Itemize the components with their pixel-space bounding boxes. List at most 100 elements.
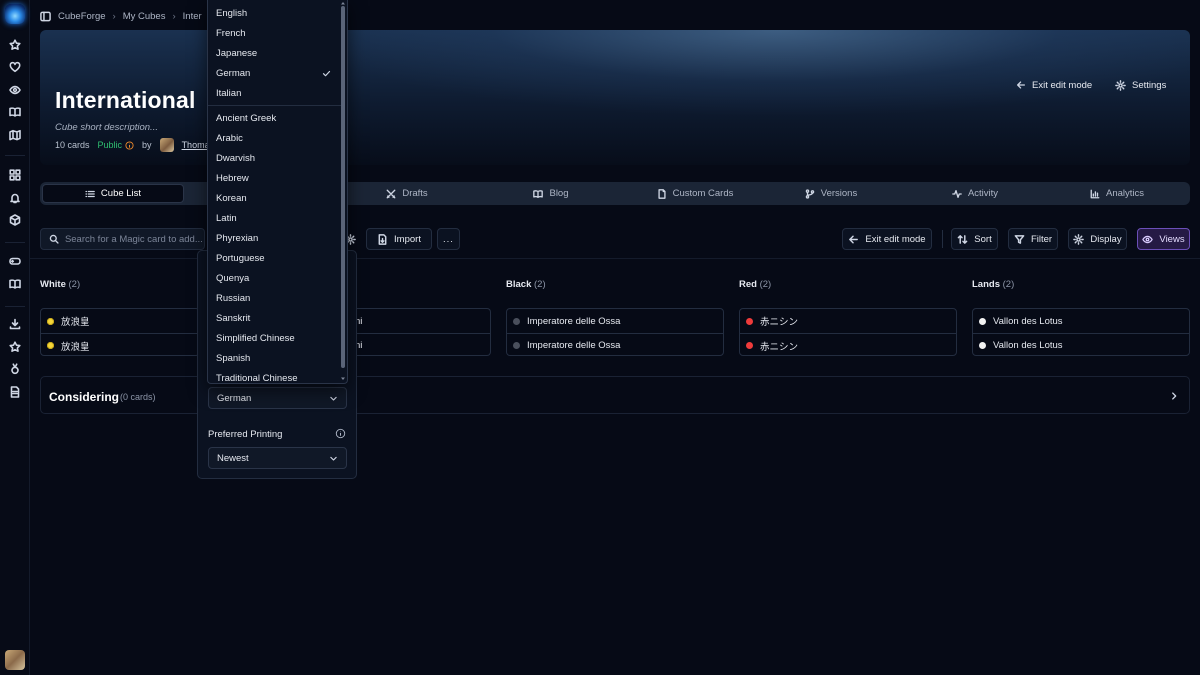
tab-custom-cards[interactable]: Custom Cards bbox=[624, 184, 766, 203]
language-option[interactable]: Ancient Greek bbox=[208, 108, 341, 128]
language-option[interactable]: English bbox=[208, 3, 341, 23]
language-option[interactable]: French bbox=[208, 23, 341, 43]
card-row[interactable]: ni bbox=[340, 333, 490, 357]
preferred-printing-select[interactable]: Newest bbox=[208, 447, 347, 469]
language-option[interactable]: Dwarvish bbox=[208, 148, 341, 168]
language-option-label: Russian bbox=[216, 292, 251, 304]
map-icon[interactable] bbox=[9, 129, 21, 141]
card-row[interactable]: Imperatore delle Ossa bbox=[507, 309, 723, 333]
scroll-up-arrow-icon[interactable] bbox=[341, 1, 345, 5]
search-input[interactable] bbox=[64, 233, 204, 245]
grid-icon[interactable] bbox=[9, 169, 21, 181]
language-option[interactable]: Russian bbox=[208, 288, 341, 308]
language-option[interactable]: Quenya bbox=[208, 268, 341, 288]
card-row[interactable]: 赤ニシン bbox=[740, 333, 956, 357]
cube-icon[interactable] bbox=[9, 214, 21, 226]
tab-cube-list[interactable]: Cube List bbox=[42, 184, 184, 203]
card-row[interactable]: 赤ニシン bbox=[740, 309, 956, 333]
arrow-left-icon bbox=[1017, 81, 1025, 89]
tab-activity[interactable]: Activity bbox=[904, 184, 1046, 203]
heart-icon[interactable] bbox=[9, 61, 21, 73]
card-row[interactable]: Imperatore delle Ossa bbox=[507, 333, 723, 357]
tab-label: Cube List bbox=[100, 188, 142, 199]
language-option[interactable]: Italian bbox=[208, 83, 341, 103]
card-row[interactable]: 放浪皇 bbox=[41, 333, 199, 357]
app-logo[interactable] bbox=[5, 4, 25, 24]
sort-button[interactable]: Sort bbox=[951, 228, 998, 250]
language-option[interactable]: Hebrew bbox=[208, 168, 341, 188]
language-option-selected[interactable]: German bbox=[208, 63, 341, 83]
language-option[interactable]: Arabic bbox=[208, 128, 341, 148]
card-row[interactable]: ni bbox=[340, 309, 490, 333]
filter-icon bbox=[1014, 234, 1025, 244]
tab-versions[interactable]: Versions bbox=[760, 184, 902, 203]
views-label: Views bbox=[1159, 233, 1185, 245]
language-option[interactable]: Spanish bbox=[208, 348, 341, 368]
tab-blog[interactable]: Blog bbox=[480, 184, 622, 203]
sort-label: Sort bbox=[974, 233, 992, 245]
more-options-button[interactable]: ... bbox=[437, 228, 460, 250]
views-button[interactable]: Views bbox=[1137, 228, 1190, 250]
exit-edit-mode-button[interactable]: Exit edit mode bbox=[1016, 77, 1092, 93]
language-option[interactable]: Portuguese bbox=[208, 248, 341, 268]
breadcrumb-separator: › bbox=[112, 10, 116, 22]
document-icon[interactable] bbox=[9, 386, 21, 398]
language-option[interactable]: Phyrexian bbox=[208, 228, 341, 248]
bell-icon[interactable] bbox=[9, 192, 21, 204]
book-open-icon[interactable] bbox=[9, 106, 21, 118]
column-cards-hidden: ni ni bbox=[340, 308, 491, 356]
column-header-white: White (2) bbox=[40, 279, 80, 290]
breadcrumb-item[interactable]: My Cubes bbox=[123, 11, 166, 22]
tab-drafts[interactable]: Drafts bbox=[340, 184, 474, 203]
column-cards-black: Imperatore delle Ossa Imperatore delle O… bbox=[506, 308, 724, 356]
settings-button[interactable]: Settings bbox=[1115, 77, 1166, 93]
display-button[interactable]: Display bbox=[1068, 228, 1127, 250]
exit-edit-mode-toolbar-button[interactable]: Exit edit mode bbox=[842, 228, 932, 250]
color-pip bbox=[979, 317, 986, 325]
card-row[interactable]: Vallon des Lotus bbox=[973, 309, 1189, 333]
left-rail bbox=[0, 0, 30, 675]
language-option-label: Spanish bbox=[216, 352, 251, 364]
medal-icon[interactable] bbox=[9, 363, 21, 375]
chevron-right-icon bbox=[1172, 392, 1177, 400]
import-label: Import bbox=[394, 233, 421, 245]
language-option[interactable]: Traditional Chinese bbox=[208, 368, 341, 384]
language-option[interactable]: Korean bbox=[208, 188, 341, 208]
card-row[interactable]: Vallon des Lotus bbox=[973, 333, 1189, 357]
visibility-badge[interactable]: Public bbox=[98, 140, 135, 150]
breadcrumb-item[interactable]: CubeForge bbox=[58, 11, 106, 22]
eye-icon bbox=[1142, 235, 1154, 243]
scroll-down-arrow-icon[interactable] bbox=[341, 377, 345, 381]
book-icon[interactable] bbox=[9, 278, 21, 290]
language-select[interactable]: German bbox=[208, 387, 347, 409]
column-count: (2) bbox=[759, 279, 772, 290]
sidebar-toggle-icon[interactable] bbox=[40, 11, 51, 22]
column-count: (2) bbox=[1002, 279, 1015, 290]
info-icon[interactable] bbox=[335, 428, 346, 439]
tab-analytics[interactable]: Analytics bbox=[1046, 184, 1188, 203]
color-pip bbox=[47, 317, 54, 325]
language-option[interactable]: Sanskrit bbox=[208, 308, 341, 328]
language-option[interactable]: Japanese bbox=[208, 43, 341, 63]
language-option-label: Phyrexian bbox=[216, 232, 259, 244]
gamepad-icon[interactable] bbox=[9, 255, 21, 267]
color-pip bbox=[47, 342, 54, 349]
import-button[interactable]: Import bbox=[366, 228, 432, 250]
language-menu-scrollbar[interactable] bbox=[341, 6, 345, 368]
language-option[interactable]: Simplified Chinese bbox=[208, 328, 341, 348]
owner-link[interactable]: Thoma bbox=[182, 140, 210, 150]
eye-icon[interactable] bbox=[9, 84, 21, 96]
filter-button[interactable]: Filter bbox=[1008, 228, 1058, 250]
star-outline-icon[interactable] bbox=[9, 341, 21, 353]
user-avatar[interactable] bbox=[5, 650, 25, 670]
download-icon[interactable] bbox=[9, 318, 21, 330]
language-option[interactable]: Latin bbox=[208, 208, 341, 228]
language-option-label: Italian bbox=[216, 87, 242, 99]
language-dropdown-menu[interactable]: English French Japanese German Italian A… bbox=[207, 0, 348, 384]
star-icon[interactable] bbox=[9, 39, 21, 51]
card-search-field[interactable] bbox=[40, 228, 205, 250]
column-name: White bbox=[40, 279, 66, 290]
visibility-label: Public bbox=[97, 140, 123, 150]
card-row[interactable]: 放浪皇 bbox=[41, 309, 199, 333]
tab-label: Custom Cards bbox=[672, 188, 734, 199]
